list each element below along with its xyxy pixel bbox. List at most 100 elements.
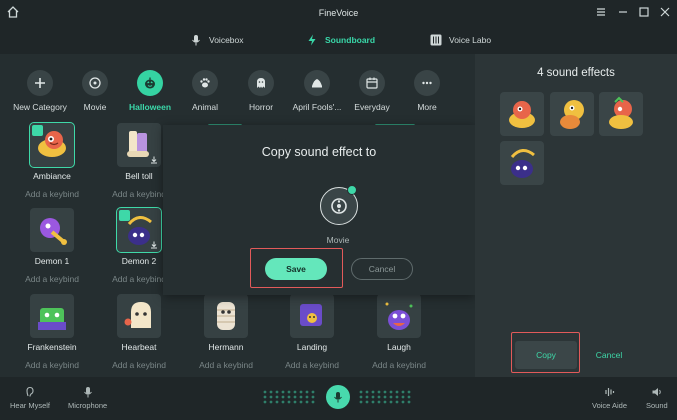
- maximize-icon[interactable]: [637, 5, 651, 19]
- effect-thumbnail: [117, 123, 161, 167]
- effect-name: Laugh: [387, 342, 411, 352]
- calendar-icon: [366, 77, 378, 89]
- cancel-button[interactable]: Cancel: [351, 258, 413, 280]
- effect-tile-demon-1[interactable]: Demon 1 Add a keybind: [14, 208, 90, 284]
- more-icon: [422, 81, 432, 85]
- selected-check-icon: [347, 185, 357, 195]
- effect-tile-hermann[interactable]: Hermann Add a keybind: [188, 294, 264, 370]
- target-category-label: Movie: [326, 235, 350, 245]
- add-keybind-link[interactable]: Add a keybind: [14, 360, 90, 370]
- paw-icon: [200, 78, 210, 88]
- hear-myself-toggle[interactable]: Hear Myself: [10, 386, 50, 410]
- effect-thumbnail: [30, 208, 74, 252]
- add-keybind-link[interactable]: Add a keybind: [14, 274, 90, 284]
- category-label: More: [417, 102, 437, 112]
- pumpkin-icon: [145, 77, 155, 89]
- sliders-icon: [430, 34, 442, 46]
- ear-icon: [26, 386, 34, 397]
- main-tabs: Voicebox Soundboard Voice Labo: [0, 27, 677, 54]
- hear-myself-label: Hear Myself: [10, 401, 51, 410]
- add-keybind-link[interactable]: Add a keybind: [274, 360, 350, 370]
- voice-aide-label: Voice Aide: [592, 401, 628, 410]
- selected-check-icon: [32, 125, 43, 136]
- selection-panel: 4 sound effects Copy Cancel: [475, 54, 677, 377]
- selection-count: 4 sound effects: [537, 67, 615, 79]
- frankenstein-illustration: [38, 308, 66, 330]
- microphone-icon: [334, 392, 342, 403]
- selected-check-icon: [119, 210, 130, 221]
- highlight-box: [511, 332, 580, 373]
- demon-illustration: [40, 218, 67, 245]
- effect-name: Landing: [296, 342, 328, 352]
- selected-effect-thumbnail[interactable]: [550, 92, 594, 136]
- bottom-bar: Hear Myself Microphone Voice Aide Sound: [0, 377, 677, 420]
- tab-label: Soundboard: [325, 35, 376, 45]
- microphone-toggle[interactable]: Microphone: [68, 386, 107, 410]
- monster-illustration: [509, 101, 535, 128]
- sound-toggle[interactable]: Sound: [646, 386, 668, 410]
- tab-label: Voicebox: [209, 35, 244, 45]
- selected-effect-thumbnail[interactable]: [500, 92, 544, 136]
- effect-name: Ambiance: [33, 171, 71, 181]
- close-icon[interactable]: [658, 5, 672, 19]
- add-keybind-link[interactable]: Add a keybind: [361, 360, 437, 370]
- app-title: FineVoice: [318, 8, 359, 18]
- add-keybind-link[interactable]: Add a keybind: [14, 189, 90, 199]
- plus-icon: [35, 78, 45, 88]
- effect-tile-frankenstein[interactable]: Frankenstein Add a keybind: [14, 294, 90, 370]
- add-keybind-link[interactable]: Add a keybind: [188, 360, 264, 370]
- microphone-main-button[interactable]: [326, 385, 350, 409]
- ufo-illustration: [300, 304, 322, 326]
- effect-name: Demon 1: [34, 256, 70, 266]
- film-reel-icon: [89, 77, 101, 89]
- effect-name: Hermann: [208, 342, 244, 352]
- category-more[interactable]: More: [391, 70, 463, 112]
- microphone-label: Microphone: [68, 401, 108, 410]
- audio-level-meter-right: [359, 390, 411, 404]
- selected-effect-thumbnail[interactable]: [500, 141, 544, 185]
- speaker-icon: [652, 388, 661, 396]
- effect-thumbnail: [204, 294, 248, 338]
- effect-thumbnail: [116, 207, 162, 253]
- mummy-illustration: [217, 302, 235, 330]
- microphone-icon: [192, 35, 200, 46]
- effect-thumbnail: [30, 294, 74, 338]
- tab-voice-labo[interactable]: Voice Labo: [430, 31, 491, 49]
- download-icon: [151, 156, 157, 164]
- title-bar: FineVoice: [0, 0, 677, 27]
- ghost-heart-illustration: [124, 302, 151, 328]
- tab-voicebox[interactable]: Voicebox: [190, 31, 244, 49]
- voice-aide-icon: [604, 388, 614, 396]
- sound-label: Sound: [646, 401, 668, 410]
- film-reel-icon: [331, 198, 347, 214]
- audio-level-meter-left: [263, 390, 315, 404]
- effect-thumbnail: [29, 122, 75, 168]
- minimize-icon[interactable]: [616, 5, 630, 19]
- effect-thumbnail: [377, 294, 421, 338]
- dialog-title: Copy sound effect to: [261, 145, 377, 159]
- effect-thumbnail: [117, 294, 161, 338]
- effect-name: Frankenstein: [27, 342, 77, 352]
- microphone-icon: [83, 387, 92, 398]
- voice-aide-toggle[interactable]: Voice Aide: [592, 386, 627, 410]
- ghost-icon: [257, 78, 265, 88]
- download-icon: [151, 241, 157, 249]
- effect-tile-landing[interactable]: Landing Add a keybind: [274, 294, 350, 370]
- tab-label: Voice Labo: [449, 35, 492, 45]
- bolt-icon: [308, 34, 316, 46]
- monster-illustration: [560, 100, 584, 129]
- laughing-monster-illustration: [385, 302, 413, 330]
- effect-tile-hearbeat[interactable]: Hearbeat Add a keybind: [101, 294, 177, 370]
- effect-tile-laugh[interactable]: Laugh Add a keybind: [361, 294, 437, 370]
- effect-tile-ambiance[interactable]: Ambiance Add a keybind: [14, 122, 90, 199]
- tab-soundboard[interactable]: Soundboard: [306, 31, 375, 49]
- menu-icon[interactable]: [594, 5, 608, 19]
- cancel-copy-button[interactable]: Cancel: [578, 341, 640, 369]
- highlight-box: [250, 248, 343, 288]
- effect-thumbnail: [290, 294, 334, 338]
- demon-illustration: [510, 149, 535, 178]
- add-keybind-link[interactable]: Add a keybind: [101, 360, 177, 370]
- jester-hat-icon: [312, 79, 322, 88]
- selected-effect-thumbnail[interactable]: [599, 92, 643, 136]
- effect-name: Hearbeat: [121, 342, 157, 352]
